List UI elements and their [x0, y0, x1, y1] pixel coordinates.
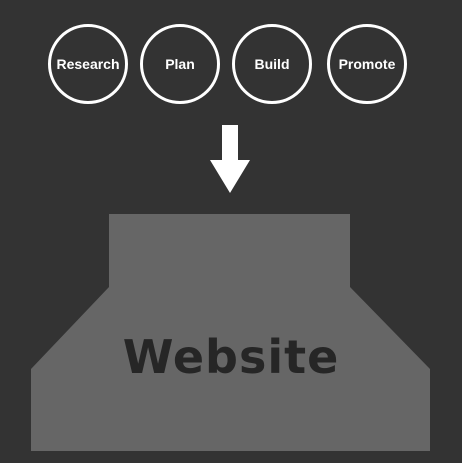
stage-research: Research	[48, 24, 128, 104]
stage-promote: Promote	[327, 24, 407, 104]
stage-label: Plan	[165, 56, 195, 72]
stage-label: Promote	[338, 56, 396, 72]
stage-label: Research	[56, 56, 120, 72]
stage-label: Build	[254, 56, 290, 72]
website-label: Website	[122, 330, 340, 384]
stage-build: Build	[232, 24, 312, 104]
diagram-canvas: Research Plan Build Promote Website	[0, 0, 462, 463]
stage-plan: Plan	[140, 24, 220, 104]
